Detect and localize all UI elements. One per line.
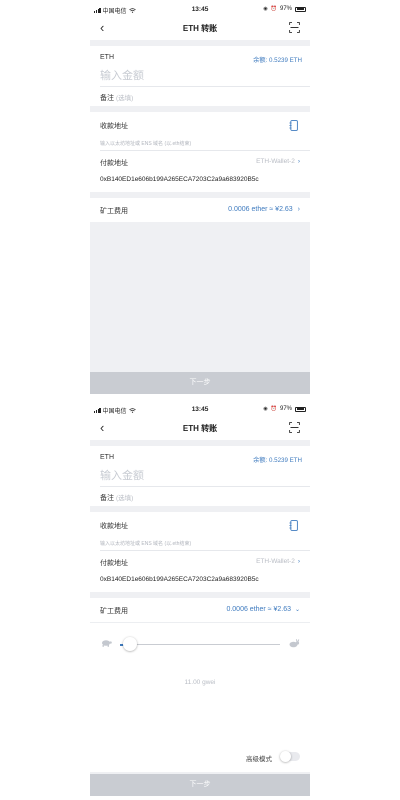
location-icon: ◉	[263, 406, 268, 412]
nav-bar: ‹ ETH 转账	[90, 416, 310, 440]
fee-slider-thumb[interactable]	[122, 637, 137, 651]
fee-slider-panel: 11.00 gwei 高级模式	[90, 622, 310, 772]
alarm-icon: ⏰	[270, 6, 277, 12]
fee-value: 0.0006 ether ≈ ¥2.63	[228, 206, 293, 213]
gas-price-label: 11.00 gwei	[184, 679, 216, 686]
payer-address: 0xB140ED1e606b199A265ECA7203C2a9a683920B…	[100, 176, 259, 183]
status-bar: 中国电信 13:45 ◉ ⏰ 97%	[90, 2, 310, 16]
wallet-selector[interactable]: ETH-Wallet-2 ›	[256, 558, 300, 565]
note-placeholder: (选填)	[115, 95, 134, 102]
address-card: 收款地址 输入以太坊地址或 ENS 域名 (以.eth结束) 付款地址 ETH-…	[90, 512, 310, 592]
fee-row[interactable]: 矿工费用 0.0006 ether ≈ ¥2.63 ⌄	[90, 598, 310, 622]
chevron-right-icon: ›	[297, 558, 300, 565]
turtle-icon	[102, 640, 112, 647]
recipient-address-input[interactable]: 输入以太坊地址或 ENS 域名 (以.eth结束)	[100, 140, 191, 147]
note-label: 备注	[100, 95, 114, 102]
recipient-label: 收款地址	[100, 523, 128, 530]
transfer-screen-expanded: 中国电信 13:45 ◉ ⏰ 97% ‹ ETH 转账 ETH 余额: 0.52…	[90, 402, 310, 796]
battery-icon	[295, 6, 306, 12]
chevron-down-icon: ⌄	[294, 607, 300, 613]
battery-percent: 97%	[279, 6, 292, 12]
asset-label: ETH	[100, 54, 114, 61]
divider	[100, 150, 310, 151]
payer-address: 0xB140ED1e606b199A265ECA7203C2a9a683920B…	[100, 576, 259, 583]
address-book-icon[interactable]	[289, 520, 298, 531]
wallet-name: ETH-Wallet-2	[256, 558, 295, 565]
amount-input[interactable]: 输入金额	[100, 67, 144, 83]
fee-label: 矿工费用	[100, 608, 128, 615]
page-title: ETH 转账	[182, 424, 218, 433]
payer-label: 付款地址	[100, 160, 128, 167]
next-button[interactable]: 下一步	[90, 774, 310, 796]
battery-percent: 97%	[279, 406, 292, 412]
address-book-icon[interactable]	[289, 120, 298, 131]
transfer-screen-collapsed: 中国电信 13:45 ◉ ⏰ 97% ‹ ETH 转账 ETH 余额: 0.52…	[90, 2, 310, 394]
next-button[interactable]: 下一步	[90, 372, 310, 394]
nav-bar: ‹ ETH 转账	[90, 16, 310, 40]
address-card: 收款地址 输入以太坊地址或 ENS 域名 (以.eth结束) 付款地址 ETH-…	[90, 112, 310, 192]
wallet-name: ETH-Wallet-2	[256, 158, 295, 165]
advanced-mode-label: 高级模式	[246, 756, 272, 763]
note-placeholder: (选填)	[115, 495, 134, 502]
amount-card: ETH 余额: 0.5239 ETH 输入金额 备注 (选填)	[90, 46, 310, 106]
chevron-right-icon: ›	[297, 158, 300, 165]
note-input[interactable]: 备注 (选填)	[100, 492, 133, 503]
alarm-icon: ⏰	[270, 406, 277, 412]
fee-value: 0.0006 ether ≈ ¥2.63	[226, 606, 292, 613]
location-icon: ◉	[263, 6, 268, 12]
amount-card: ETH 余额: 0.5239 ETH 输入金额 备注 (选填)	[90, 446, 310, 506]
balance-label: 余额: 0.5239 ETH	[253, 457, 302, 464]
battery-icon	[295, 406, 306, 412]
payer-label: 付款地址	[100, 560, 128, 567]
advanced-mode-toggle[interactable]	[280, 751, 300, 762]
note-label: 备注	[100, 495, 114, 502]
scan-icon[interactable]	[289, 22, 300, 33]
status-bar: 中国电信 13:45 ◉ ⏰ 97%	[90, 402, 310, 416]
divider	[100, 550, 310, 551]
asset-label: ETH	[100, 454, 114, 461]
fee-row[interactable]: 矿工费用 0.0006 ether ≈ ¥2.63 ›	[90, 198, 310, 222]
fee-slider-track[interactable]	[120, 644, 280, 645]
recipient-address-input[interactable]: 输入以太坊地址或 ENS 域名 (以.eth结束)	[100, 540, 191, 547]
wallet-selector[interactable]: ETH-Wallet-2 ›	[256, 158, 300, 165]
divider	[100, 86, 310, 87]
note-input[interactable]: 备注 (选填)	[100, 92, 133, 103]
balance-label: 余额: 0.5239 ETH	[253, 57, 302, 64]
fee-label: 矿工费用	[100, 208, 128, 215]
chevron-right-icon: ›	[297, 206, 300, 213]
divider	[100, 486, 310, 487]
recipient-label: 收款地址	[100, 123, 128, 130]
rabbit-icon	[289, 639, 300, 648]
scan-icon[interactable]	[289, 422, 300, 433]
page-title: ETH 转账	[182, 24, 218, 33]
amount-input[interactable]: 输入金额	[100, 467, 144, 483]
